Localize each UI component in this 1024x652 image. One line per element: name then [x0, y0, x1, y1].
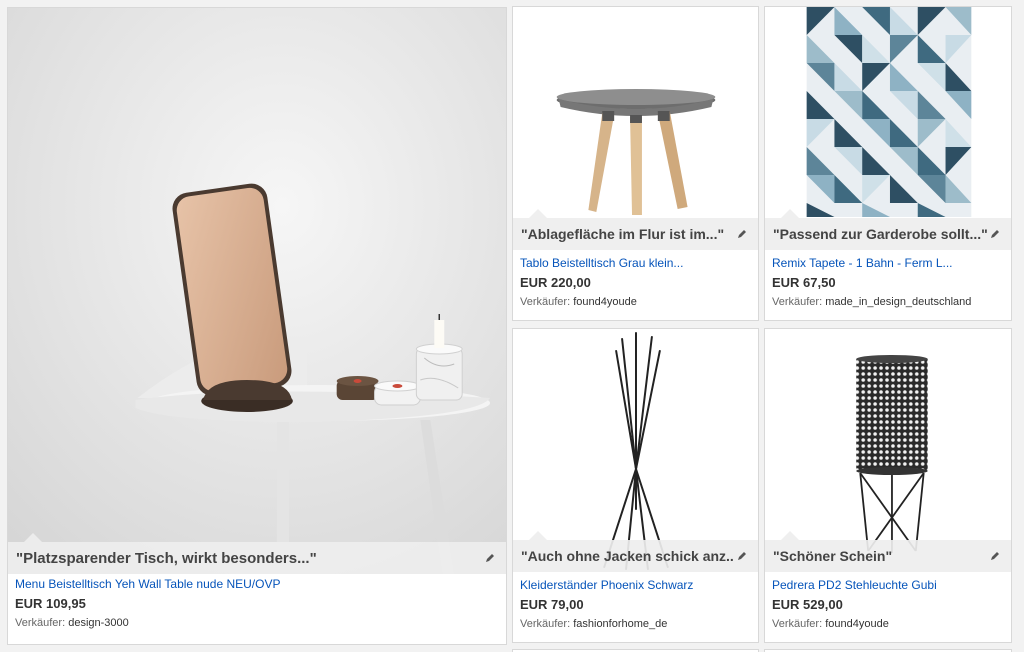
seller-name[interactable]: found4youde — [573, 296, 637, 308]
product-seller: Verkäufer: made_in_design_deutschland — [772, 294, 1004, 310]
seller-label: Verkäufer: — [520, 618, 571, 630]
comment-notch — [781, 209, 799, 218]
pencil-icon[interactable] — [734, 548, 750, 564]
product-image[interactable] — [765, 329, 1011, 573]
product-card-1[interactable]: "Ablagefläche im Flur ist im..." Tablo B… — [512, 6, 759, 321]
product-seller: Verkäufer: found4youde — [772, 616, 1004, 632]
comment-notch — [529, 209, 547, 218]
product-title-link[interactable]: Tablo Beistelltisch Grau klein... — [520, 255, 751, 271]
pencil-icon[interactable] — [734, 226, 750, 242]
product-price: EUR 79,00 — [520, 597, 584, 612]
product-info: Pedrera PD2 Stehleuchte Gubi EUR 529,00 … — [765, 577, 1011, 642]
comment-text: "Auch ohne Jacken schick anz..." — [521, 548, 734, 564]
comment-bar[interactable]: "Schöner Schein" — [765, 531, 1011, 572]
comment-notch — [781, 531, 799, 540]
product-seller: Verkäufer: design-3000 — [15, 615, 499, 631]
comment-notch — [24, 533, 42, 542]
product-title-link[interactable]: Menu Beistelltisch Yeh Wall Table nude N… — [15, 576, 499, 592]
seller-name[interactable]: fashionforhome_de — [573, 618, 667, 630]
product-title-link[interactable]: Kleiderständer Phoenix Schwarz — [520, 577, 751, 593]
comment-bar[interactable]: "Platzsparender Tisch, wirkt besonders..… — [8, 533, 506, 574]
product-price: EUR 109,95 — [15, 596, 86, 611]
seller-name[interactable]: made_in_design_deutschland — [825, 296, 971, 308]
product-card-0[interactable]: "Platzsparender Tisch, wirkt besonders..… — [7, 7, 507, 645]
product-info: Remix Tapete - 1 Bahn - Ferm L... EUR 67… — [765, 255, 1011, 320]
pencil-icon[interactable] — [482, 550, 498, 566]
product-price: EUR 529,00 — [772, 597, 843, 612]
product-image[interactable] — [8, 8, 506, 574]
product-title-link[interactable]: Pedrera PD2 Stehleuchte Gubi — [772, 577, 1004, 593]
seller-name[interactable]: found4youde — [825, 618, 889, 630]
product-seller: Verkäufer: found4youde — [520, 294, 751, 310]
seller-label: Verkäufer: — [520, 296, 571, 308]
pencil-icon[interactable] — [987, 226, 1003, 242]
product-info: Tablo Beistelltisch Grau klein... EUR 22… — [513, 255, 758, 320]
seller-label: Verkäufer: — [15, 617, 66, 629]
comment-text: "Passend zur Garderobe sollt..." — [773, 226, 987, 242]
comment-text: "Schöner Schein" — [773, 548, 893, 564]
product-title-link[interactable]: Remix Tapete - 1 Bahn - Ferm L... — [772, 255, 1004, 271]
product-image[interactable] — [513, 7, 758, 251]
product-price: EUR 67,50 — [772, 275, 836, 290]
seller-name[interactable]: design-3000 — [68, 617, 129, 629]
comment-bar[interactable]: "Auch ohne Jacken schick anz..." — [513, 531, 758, 572]
seller-label: Verkäufer: — [772, 618, 823, 630]
seller-label: Verkäufer: — [772, 296, 823, 308]
product-price: EUR 220,00 — [520, 275, 591, 290]
product-image[interactable] — [765, 7, 1011, 251]
comment-bar[interactable]: "Ablagefläche im Flur ist im..." — [513, 209, 758, 250]
product-info: Menu Beistelltisch Yeh Wall Table nude N… — [8, 576, 506, 644]
product-seller: Verkäufer: fashionforhome_de — [520, 616, 751, 632]
product-image[interactable] — [513, 329, 758, 573]
comment-text: "Platzsparender Tisch, wirkt besonders..… — [16, 549, 317, 567]
product-card-3[interactable]: "Auch ohne Jacken schick anz..." Kleider… — [512, 328, 759, 643]
product-info: Kleiderständer Phoenix Schwarz EUR 79,00… — [513, 577, 758, 642]
product-card-4[interactable]: "Schöner Schein" Pedrera PD2 Stehleuchte… — [764, 328, 1012, 643]
pencil-icon[interactable] — [987, 548, 1003, 564]
product-card-2[interactable]: "Passend zur Garderobe sollt..." Remix T… — [764, 6, 1012, 321]
comment-text: "Ablagefläche im Flur ist im..." — [521, 226, 725, 242]
comment-bar[interactable]: "Passend zur Garderobe sollt..." — [765, 209, 1011, 250]
comment-notch — [529, 531, 547, 540]
